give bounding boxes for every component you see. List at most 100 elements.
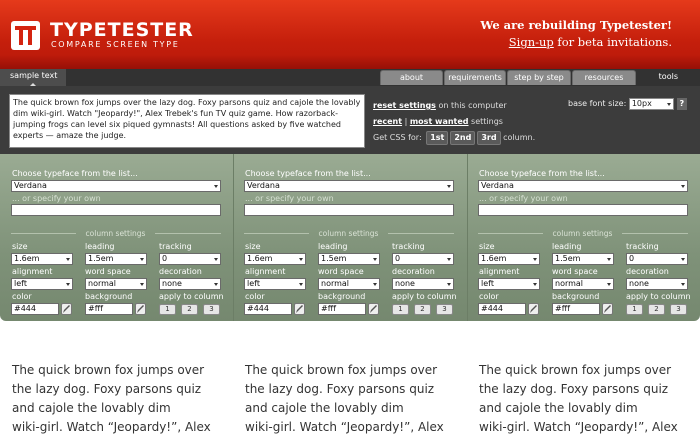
reset-text: on this computer [435,101,507,110]
color-input[interactable]: #444 [478,303,526,315]
alignment-label: alignment [479,267,520,276]
alignment-select[interactable]: left [11,278,73,290]
specify-own-label: ... or specify your own [245,194,334,203]
background-picker-icon[interactable] [368,303,379,315]
apply-column-1-button[interactable]: 1 [626,304,643,315]
background-picker-icon[interactable] [135,303,146,315]
logo-title: TYPETESTER [50,19,194,41]
column-settings-title: column settings [318,229,379,238]
decoration-label: decoration [626,267,669,276]
decoration-label: decoration [159,267,202,276]
tab-tools[interactable]: tools [659,71,678,91]
help-button[interactable]: ? [676,97,687,110]
alignment-label: alignment [12,267,53,276]
tab-sample-text[interactable]: sample text [0,69,66,86]
size-label: size [479,242,495,251]
apply-column-1-button[interactable]: 1 [159,304,176,315]
typeface-select[interactable]: Verdana [478,180,688,192]
color-picker-icon[interactable] [61,303,72,315]
typeface-select[interactable]: Verdana [244,180,454,192]
css-2nd-button[interactable]: 2nd [450,131,476,145]
leading-select[interactable]: 1.5em [552,253,614,265]
decoration-label: decoration [392,267,435,276]
recent-link[interactable]: recent [373,117,402,126]
size-select[interactable]: 1.6em [478,253,540,265]
preview-column-2: The quick brown fox jumps over the lazy … [245,361,470,435]
background-input[interactable]: #fff [552,303,600,315]
color-picker-icon[interactable] [294,303,305,315]
base-font-select[interactable]: 10px [628,97,674,110]
signup-link[interactable]: Sign-up [509,35,554,49]
size-select[interactable]: 1.6em [11,253,73,265]
color-label: color [12,292,32,301]
custom-typeface-input[interactable] [11,204,221,216]
word-space-select[interactable]: normal [318,278,380,290]
notice-text: for beta invitations. [553,35,672,49]
color-picker-icon[interactable] [528,303,539,315]
sample-text-panel: The quick brown fox jumps over the lazy … [0,86,700,154]
background-input[interactable]: #fff [318,303,366,315]
leading-select[interactable]: 1.5em [85,253,147,265]
alignment-select[interactable]: left [244,278,306,290]
alignment-select[interactable]: left [478,278,540,290]
background-label: background [552,292,600,301]
word-space-select[interactable]: normal [552,278,614,290]
color-input[interactable]: #444 [11,303,59,315]
base-font-label: base font size: [568,99,629,108]
tab-resources[interactable]: resources [572,70,636,85]
tab-step-by-step[interactable]: step by step [507,70,571,85]
leading-label: leading [85,242,115,251]
apply-column-2-button[interactable]: 2 [181,304,198,315]
color-label: color [245,292,265,301]
reset-settings-link[interactable]: reset settings [373,101,436,110]
size-label: size [245,242,261,251]
specify-own-label: ... or specify your own [12,194,101,203]
apply-column-3-button[interactable]: 3 [436,304,453,315]
apply-column-2-button[interactable]: 2 [648,304,665,315]
preview-line: and cajole the lovably dim [479,401,638,415]
typetester-logo-icon[interactable] [11,21,40,50]
color-input[interactable]: #444 [244,303,292,315]
decoration-select[interactable]: none [626,278,688,290]
decoration-select[interactable]: none [159,278,221,290]
settings-word: settings [468,117,503,126]
tab-about[interactable]: about [380,70,443,85]
logo-subtitle: COMPARE SCREEN TYPE [51,40,180,49]
tab-requirements[interactable]: requirements [444,70,506,85]
css-1st-button[interactable]: 1st [426,131,449,145]
sample-text-input[interactable]: The quick brown fox jumps over the lazy … [9,94,365,148]
word-space-label: word space [552,267,598,276]
choose-typeface-label: Choose typeface from the list... [245,169,371,178]
specify-own-label: ... or specify your own [479,194,568,203]
preview-line: and cajole the lovably dim [245,401,404,415]
background-label: background [85,292,133,301]
apply-column-1-button[interactable]: 1 [392,304,409,315]
background-input[interactable]: #fff [85,303,133,315]
word-space-select[interactable]: normal [85,278,147,290]
preview-line: and cajole the lovably dim [12,401,171,415]
tracking-select[interactable]: 0 [159,253,221,265]
most-wanted-link[interactable]: most wanted [410,117,469,126]
rebuild-notice: We are rebuilding Typetester! Sign-up fo… [480,17,672,51]
typeface-select[interactable]: Verdana [11,180,221,192]
custom-typeface-input[interactable] [244,204,454,216]
tracking-select[interactable]: 0 [626,253,688,265]
apply-column-3-button[interactable]: 3 [203,304,220,315]
decoration-select[interactable]: none [392,278,454,290]
header-bar: TYPETESTER COMPARE SCREEN TYPE We are re… [0,0,700,69]
custom-typeface-input[interactable] [478,204,688,216]
apply-column-3-button[interactable]: 3 [670,304,687,315]
preview-line: the lazy dog. Foxy parsons quiz [12,382,202,396]
apply-to-column-label: apply to column [626,292,691,301]
leading-select[interactable]: 1.5em [318,253,380,265]
preview-line: the lazy dog. Foxy parsons quiz [245,382,435,396]
column-settings-1: Choose typeface from the list... Verdana… [0,154,233,321]
word-space-label: word space [85,267,131,276]
apply-column-2-button[interactable]: 2 [414,304,431,315]
base-font-size: base font size: 10px? [568,97,687,111]
tracking-select[interactable]: 0 [392,253,454,265]
background-picker-icon[interactable] [602,303,613,315]
size-select[interactable]: 1.6em [244,253,306,265]
css-3rd-button[interactable]: 3rd [477,131,501,145]
preview-column-3: The quick brown fox jumps over the lazy … [479,361,700,435]
